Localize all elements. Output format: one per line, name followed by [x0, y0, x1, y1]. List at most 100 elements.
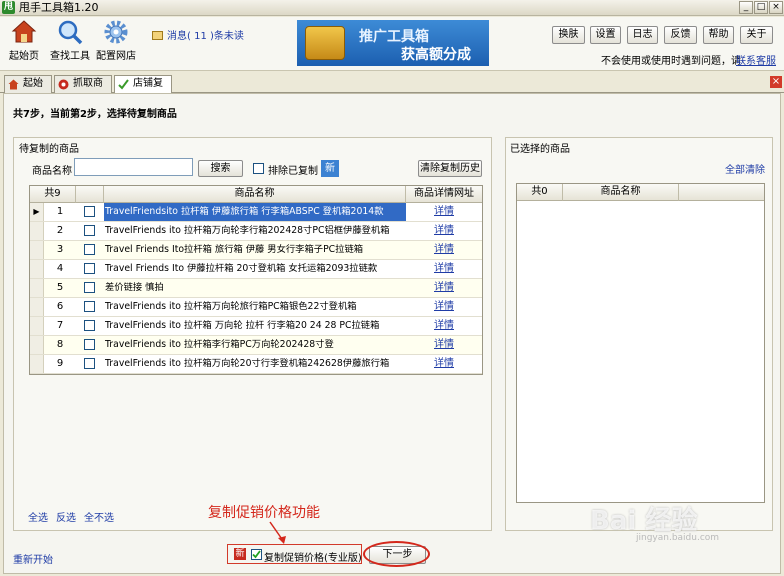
minimize-button[interactable]: _ — [739, 1, 753, 14]
copy-promo-price-checkbox[interactable] — [251, 549, 262, 560]
row-checkbox[interactable] — [84, 225, 95, 236]
table-row[interactable]: 2 TravelFriends ito 拉杆箱万向轮李行箱202428寸PC铝框伊… — [30, 222, 482, 241]
app-icon: 甩 — [2, 1, 15, 14]
row-product-name: TravelFriendsito 拉杆箱 伊藤旅行箱 行李箱ABSPC 登机箱2… — [104, 203, 406, 221]
row-checkbox-cell — [76, 279, 104, 297]
row-detail-link[interactable]: 详情 — [406, 222, 482, 240]
tab-grab-products[interactable]: 抓取商品 — [54, 75, 112, 105]
gear-icon — [104, 20, 128, 44]
selected-products-title: 已选择的商品 — [510, 144, 570, 155]
row-checkbox[interactable] — [84, 244, 95, 255]
row-detail-link[interactable]: 详情 — [406, 260, 482, 278]
unread-messages-text: 消息( 11 )条未读 — [167, 31, 244, 42]
tab-store-copy[interactable]: 店铺复制 — [114, 75, 172, 105]
new-badge: 新 — [321, 160, 339, 177]
table-row[interactable]: 9 TravelFriends ito 拉杆箱万向轮20寸行李登机箱242628伊… — [30, 355, 482, 374]
table-row[interactable]: 4 Travel Friends Ito 伊藤拉杆箱 20寸登机箱 女托运箱209… — [30, 260, 482, 279]
about-button[interactable]: 关于 — [740, 26, 773, 44]
detail-url-header: 商品详情网址 — [406, 186, 482, 203]
promo-banner[interactable]: 推广工具箱 获高额分成 — [297, 20, 489, 66]
row-pointer — [30, 298, 44, 316]
config-store-button[interactable]: 配置网店 — [95, 19, 137, 67]
row-pointer — [30, 241, 44, 259]
find-tools-button[interactable]: 查找工具 — [49, 19, 91, 67]
selected-blank-header — [679, 184, 764, 201]
clear-copy-history-button[interactable]: 清除复制历史 — [418, 160, 482, 177]
row-detail-link[interactable]: 详情 — [406, 279, 482, 297]
copy-promo-price-label: 复制促销价格(专业版) — [264, 553, 362, 564]
home-button[interactable]: 起始页 — [6, 19, 42, 67]
magnifier-icon — [58, 20, 83, 45]
search-button[interactable]: 搜索 — [198, 160, 243, 177]
feedback-button[interactable]: 反馈 — [664, 26, 697, 44]
restart-link[interactable]: 重新开始 — [13, 551, 53, 566]
row-detail-link[interactable]: 详情 — [406, 317, 482, 335]
watermark-logo: Bai 经验 — [590, 506, 698, 536]
annotation-arrow — [269, 521, 286, 544]
table-row[interactable]: 6 TravelFriends ito 拉杆箱万向轮旅行箱PC箱银色22寸登机箱 详… — [30, 298, 482, 317]
row-checkbox-cell — [76, 241, 104, 259]
row-number: 3 — [56, 244, 64, 255]
find-tools-label: 查找工具 — [50, 51, 90, 62]
row-product-name: 差价链接 慎拍 — [105, 282, 164, 293]
row-pointer — [30, 222, 44, 240]
settings-button[interactable]: 设置 — [590, 26, 621, 44]
row-checkbox[interactable] — [84, 358, 95, 369]
select-all-link[interactable]: 全选 — [28, 509, 48, 524]
row-detail-link[interactable]: 详情 — [406, 298, 482, 316]
step-indicator: 共7步，当前第2步，选择待复制商品 — [13, 109, 177, 120]
exclude-copied-checkbox[interactable] — [253, 163, 264, 174]
selected-count-header: 共0 — [517, 184, 563, 201]
selected-products-table: 共0 商品名称 — [516, 183, 765, 503]
help-button[interactable]: 帮助 — [703, 26, 734, 44]
window-title: 甩手工具箱1.20 — [19, 1, 99, 14]
table-row[interactable]: 8 TravelFriends ito 拉杆箱李行箱PC万向轮202428寸登 详情 — [30, 336, 482, 355]
close-button[interactable]: × — [769, 1, 783, 14]
row-product-name: TravelFriends ito 拉杆箱万向轮20寸行李登机箱242628伊藤… — [105, 358, 390, 369]
row-number: 7 — [56, 320, 64, 331]
skin-button[interactable]: 换肤 — [552, 26, 585, 44]
close-tab-icon[interactable]: × — [770, 76, 782, 88]
row-number: 4 — [56, 263, 64, 274]
tab-home[interactable]: 起始页 — [4, 75, 52, 105]
grab-icon — [58, 79, 69, 90]
row-product-name: TravelFriends ito 拉杆箱万向轮旅行箱PC箱银色22寸登机箱 — [105, 301, 357, 312]
row-checkbox[interactable] — [84, 282, 95, 293]
new-badge-footer: 新 — [234, 548, 246, 560]
row-detail-link[interactable]: 详情 — [406, 336, 482, 354]
row-number: 1 — [56, 206, 64, 217]
row-checkbox[interactable] — [84, 339, 95, 350]
table-row[interactable]: 3 Travel Friends Ito拉杆箱 旅行箱 伊藤 男女行李箱子PC拉链… — [30, 241, 482, 260]
unread-messages-link[interactable]: 消息( 11 )条未读 — [152, 27, 244, 42]
clear-all-link[interactable]: 全部清除 — [725, 161, 765, 176]
count-header: 共9 — [30, 186, 76, 203]
checkmark-icon — [252, 550, 261, 559]
invert-selection-link[interactable]: 反选 — [56, 509, 76, 524]
row-detail-link[interactable]: 详情 — [406, 203, 482, 221]
row-checkbox[interactable] — [84, 320, 95, 331]
row-product-name: TravelFriends ito 拉杆箱李行箱PC万向轮202428寸登 — [105, 339, 334, 350]
row-checkbox[interactable] — [84, 263, 95, 274]
row-pointer — [30, 336, 44, 354]
row-detail-link[interactable]: 详情 — [406, 241, 482, 259]
table-row[interactable]: 7 TravelFriends ito 拉杆箱 万向轮 拉杆 行李箱20 24 2… — [30, 317, 482, 336]
row-checkbox[interactable] — [84, 301, 95, 312]
row-number: 8 — [56, 339, 64, 350]
row-product-name: Travel Friends Ito 伊藤拉杆箱 20寸登机箱 女托运箱2093… — [105, 263, 378, 274]
row-number: 5 — [56, 282, 64, 293]
product-name-search-input[interactable] — [74, 158, 193, 176]
row-checkbox[interactable] — [84, 206, 95, 217]
log-button[interactable]: 日志 — [627, 26, 658, 44]
select-none-link[interactable]: 全不选 — [84, 509, 114, 524]
home-button-label: 起始页 — [9, 51, 39, 62]
row-checkbox-cell — [76, 203, 104, 221]
row-pointer — [30, 260, 44, 278]
row-detail-link[interactable]: 详情 — [406, 355, 482, 373]
next-button-highlight — [363, 541, 430, 567]
maximize-button[interactable]: □ — [754, 1, 768, 14]
table-row[interactable]: 5 差价链接 慎拍 详情 — [30, 279, 482, 298]
row-product-name: TravelFriends ito 拉杆箱万向轮李行箱202428寸PC铝框伊藤… — [105, 225, 390, 236]
product-name-header: 商品名称 — [104, 186, 406, 203]
contact-support-link[interactable]: 联系客服 — [736, 52, 776, 67]
table-row[interactable]: ▶ 1 TravelFriendsito 拉杆箱 伊藤旅行箱 行李箱ABSPC 登机… — [30, 203, 482, 222]
